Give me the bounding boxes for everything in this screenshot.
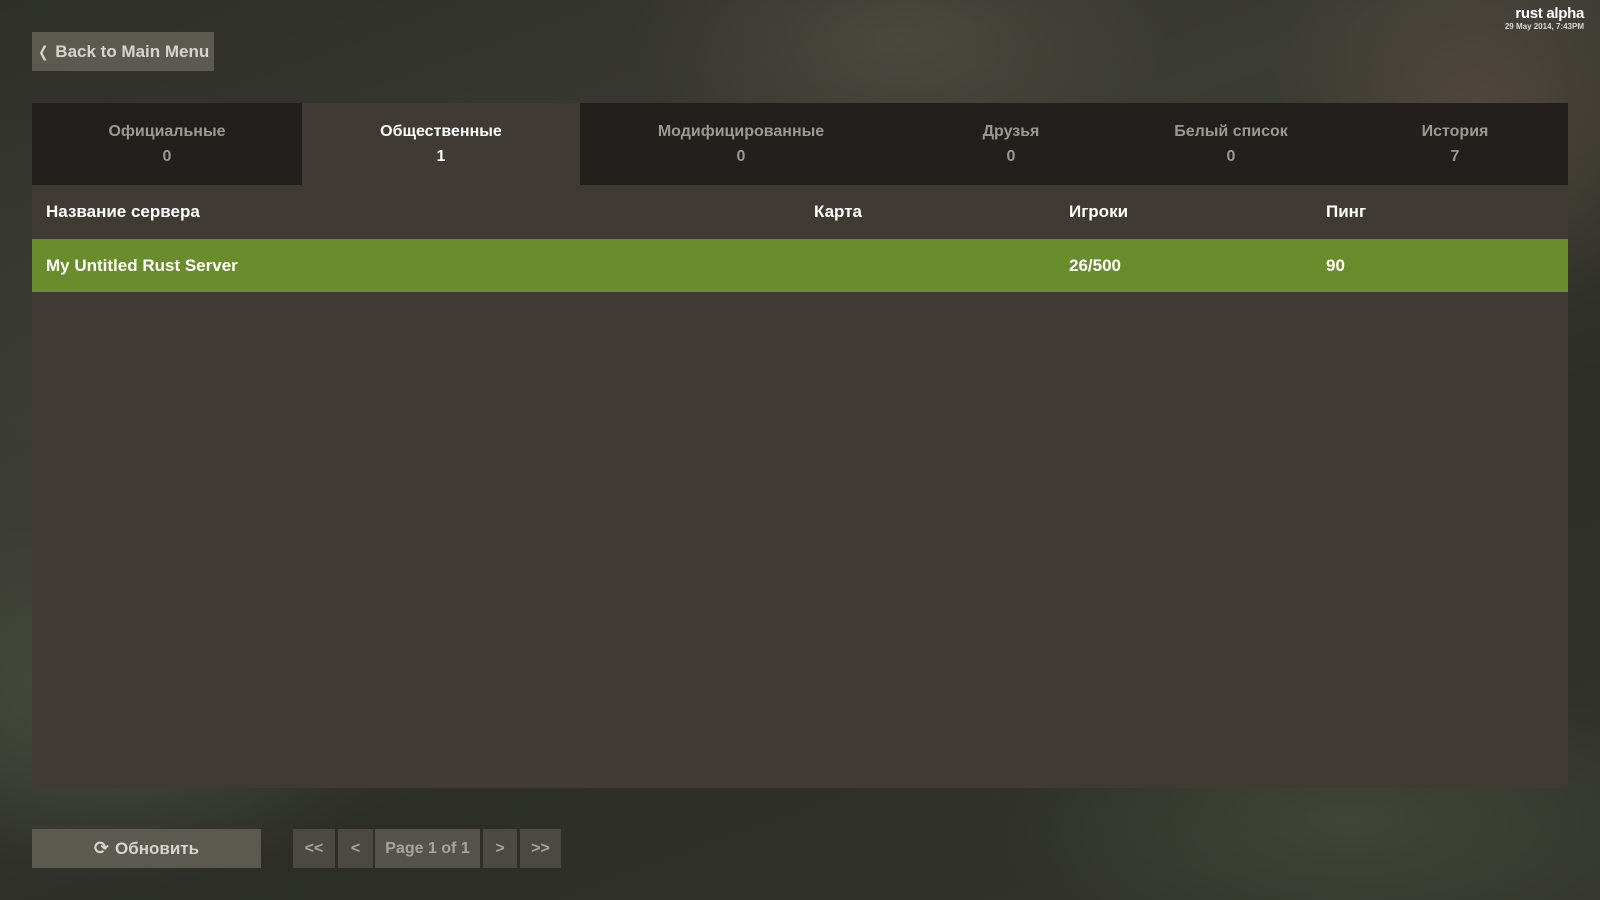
back-to-main-menu-button[interactable]: ❮ Back to Main Menu bbox=[32, 32, 214, 71]
page-indicator: Page 1 of 1 bbox=[375, 829, 480, 868]
previous-page-button[interactable]: < bbox=[338, 829, 373, 868]
next-page-button[interactable]: > bbox=[483, 829, 517, 868]
last-page-button[interactable]: >> bbox=[520, 829, 561, 868]
tab-community[interactable]: Общественные 1 bbox=[302, 103, 580, 185]
server-name-cell: My Untitled Rust Server bbox=[46, 255, 238, 275]
server-tabs: Официальные 0 Общественные 1 Модифициров… bbox=[32, 103, 1568, 185]
tab-count: 0 bbox=[736, 148, 746, 165]
tab-label: Белый список bbox=[1174, 123, 1288, 140]
tab-friends[interactable]: Друзья 0 bbox=[902, 103, 1120, 185]
tab-count: 0 bbox=[1226, 148, 1236, 165]
brand-date: 29 May 2014, 7:43PM bbox=[1504, 22, 1584, 31]
column-header-map[interactable]: Карта bbox=[814, 202, 862, 222]
tab-modded[interactable]: Модифицированные 0 bbox=[580, 103, 902, 185]
refresh-button[interactable]: ⟳ Обновить bbox=[32, 829, 261, 868]
column-header-players[interactable]: Игроки bbox=[1069, 202, 1128, 222]
tab-count: 7 bbox=[1450, 148, 1460, 165]
server-list: Название сервера Карта Игроки Пинг My Un… bbox=[32, 185, 1568, 788]
tab-label: Официальные bbox=[108, 123, 226, 140]
brand-title: rust alpha bbox=[1515, 5, 1584, 22]
tab-count: 0 bbox=[162, 148, 172, 165]
chevron-left-icon: ❮ bbox=[37, 43, 49, 61]
tab-count: 0 bbox=[1006, 148, 1016, 165]
server-players-cell: 26/500 bbox=[1069, 255, 1121, 275]
tab-label: История bbox=[1421, 123, 1489, 140]
column-header-server-name[interactable]: Название сервера bbox=[46, 202, 200, 222]
first-page-button[interactable]: << bbox=[293, 829, 335, 868]
refresh-label: Обновить bbox=[115, 838, 200, 858]
table-header: Название сервера Карта Игроки Пинг bbox=[32, 185, 1568, 239]
refresh-icon: ⟳ bbox=[93, 838, 110, 858]
tab-history[interactable]: История 7 bbox=[1342, 103, 1568, 185]
server-ping-cell: 90 bbox=[1326, 255, 1345, 275]
back-button-label: Back to Main Menu bbox=[55, 41, 210, 61]
table-row[interactable]: My Untitled Rust Server 26/500 90 bbox=[32, 239, 1568, 292]
column-header-ping[interactable]: Пинг bbox=[1326, 202, 1366, 222]
tab-official[interactable]: Официальные 0 bbox=[32, 103, 302, 185]
tab-label: Друзья bbox=[982, 123, 1040, 140]
tab-count: 1 bbox=[436, 148, 446, 165]
tab-whitelist[interactable]: Белый список 0 bbox=[1120, 103, 1342, 185]
tab-label: Общественные bbox=[380, 123, 502, 140]
brand: rust alpha 29 May 2014, 7:43PM bbox=[1504, 5, 1584, 32]
tab-label: Модифицированные bbox=[657, 123, 825, 140]
